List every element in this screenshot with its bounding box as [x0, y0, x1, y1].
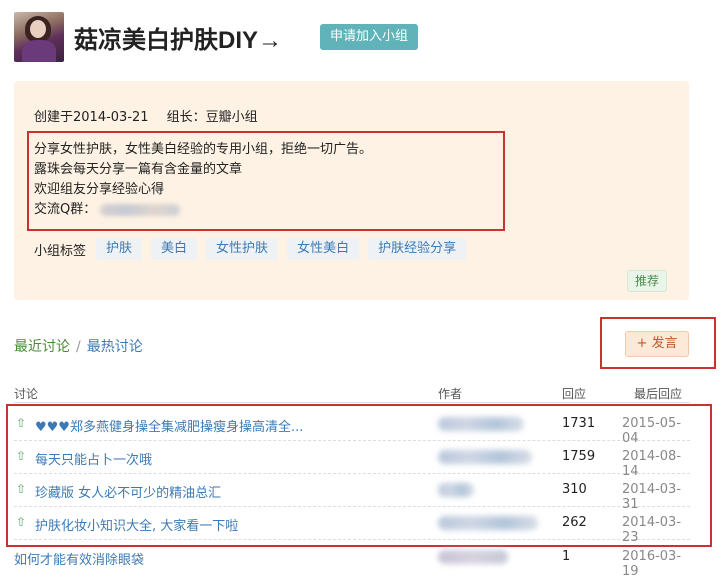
pinned-arrow-icon: ⇧ [15, 449, 27, 463]
table-row: 如何才能有效消除眼袋 1 2016-03-19 [14, 541, 690, 578]
group-title: 菇凉美白护肤DIY→ [74, 27, 283, 54]
tab-separator: / [76, 339, 81, 355]
pinned-arrow-icon: ⇧ [15, 482, 27, 496]
tag-nvxing-meibai[interactable]: 女性美白 [287, 238, 360, 260]
created-date: 创建于2014-03-21 [34, 110, 149, 125]
table-row: ⇧ 护肤化妆小知识大全, 大家看一下啦 262 2014-03-23 [14, 507, 690, 545]
description-line: 分享女性护肤，女性美白经验的专用小组，拒绝一切广告。 [34, 142, 373, 157]
pinned-arrow-icon: ⇧ [15, 515, 27, 529]
description-line: 欢迎组友分享经验心得 [34, 182, 165, 197]
tag-hufu-jingyan[interactable]: 护肤经验分享 [368, 238, 467, 260]
header-last-reply: 最后回应 [634, 387, 683, 401]
header-topic: 讨论 [14, 387, 39, 401]
table-row: ⇧ ♥♥♥郑多燕健身操全集减肥操瘦身操高清全... 1731 2015-05-0… [14, 408, 690, 446]
topic-link[interactable]: 珍藏版 女人必不可少的精油总汇 [35, 482, 221, 501]
topic-link[interactable]: 如何才能有效消除眼袋 [14, 549, 144, 568]
tag-hufu[interactable]: 护肤 [96, 238, 143, 260]
group-avatar[interactable] [14, 12, 64, 62]
reply-count: 262 [562, 515, 587, 530]
table-header-divider [14, 402, 690, 403]
new-post-button[interactable]: + 发言 [625, 331, 689, 357]
redacted-qq-number [100, 203, 181, 216]
group-meta: 创建于2014-03-21 组长：豆瓣小组 [34, 106, 258, 125]
topic-link[interactable]: ♥♥♥郑多燕健身操全集减肥操瘦身操高清全... [35, 416, 303, 435]
last-reply-date: 2016-03-19 [622, 549, 682, 578]
reply-count: 310 [562, 482, 587, 497]
redacted-author[interactable] [438, 417, 524, 431]
table-row: ⇧ 每天只能占卜一次哦 1759 2014-08-14 [14, 441, 690, 479]
tab-recent-discussions[interactable]: 最近讨论 [14, 339, 70, 355]
tag-meibai[interactable]: 美白 [151, 238, 198, 260]
tags-label: 小组标签 [34, 243, 87, 259]
table-row: ⇧ 珍藏版 女人必不可少的精油总汇 310 2014-03-31 [14, 474, 690, 512]
reply-count: 1759 [562, 449, 596, 464]
description-line: 露珠会每天分享一篇有含金量的文章 [34, 162, 243, 177]
tab-hot-discussions[interactable]: 最热讨论 [87, 339, 143, 355]
group-description: 分享女性护肤，女性美白经验的专用小组，拒绝一切广告。 露珠会每天分享一篇有含金量… [34, 140, 372, 220]
header-author: 作者 [438, 387, 463, 401]
topic-link[interactable]: 护肤化妆小知识大全, 大家看一下啦 [35, 515, 238, 534]
recommend-button[interactable]: 推荐 [627, 270, 668, 292]
tag-nvxing-hufu[interactable]: 女性护肤 [206, 238, 279, 260]
description-line: 交流Q群： [34, 202, 97, 217]
pinned-arrow-icon: ⇧ [15, 416, 27, 430]
redacted-author[interactable] [438, 450, 532, 464]
discussion-tabs: 最近讨论 / 最热讨论 [14, 336, 143, 356]
group-tags: 小组标签 护肤 美白 女性护肤 女性美白 护肤经验分享 [34, 237, 475, 261]
reply-count: 1 [562, 549, 571, 564]
redacted-author[interactable] [438, 483, 474, 497]
redacted-author[interactable] [438, 550, 508, 564]
redacted-author[interactable] [438, 516, 538, 530]
header-replies: 回应 [562, 387, 587, 401]
group-owner: 组长：豆瓣小组 [166, 110, 258, 125]
topic-link[interactable]: 每天只能占卜一次哦 [35, 449, 152, 468]
reply-count: 1731 [562, 416, 596, 431]
join-group-button[interactable]: 申请加入小组 [320, 24, 419, 50]
group-info-panel: 创建于2014-03-21 组长：豆瓣小组 分享女性护肤，女性美白经验的专用小组，… [14, 81, 689, 300]
